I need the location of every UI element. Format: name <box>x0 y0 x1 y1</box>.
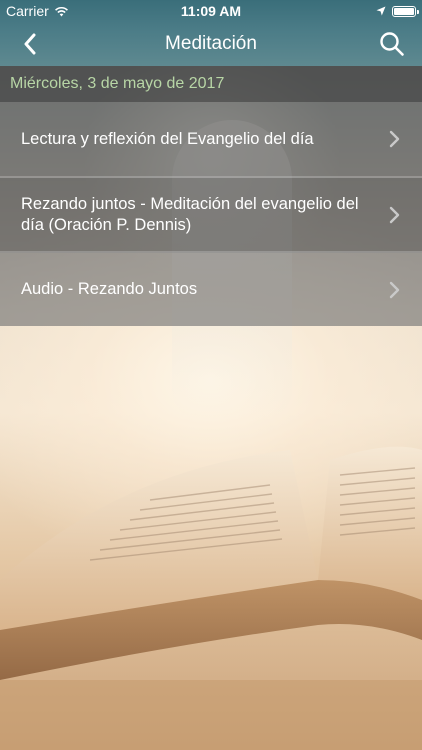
chevron-left-icon <box>24 33 36 55</box>
status-bar: Carrier 11:09 AM <box>0 0 422 22</box>
nav-bar: Meditación <box>0 22 422 66</box>
menu-item-label: Rezando juntos - Meditación del evangeli… <box>21 194 359 234</box>
menu-list: Lectura y reflexión del Evangelio del dí… <box>0 102 422 326</box>
battery-icon <box>392 5 419 17</box>
menu-item-label: Lectura y reflexión del Evangelio del dí… <box>21 129 314 148</box>
date-bar: Miércoles, 3 de mayo de 2017 <box>0 66 422 102</box>
menu-item-rezando-juntos[interactable]: Rezando juntos - Meditación del evangeli… <box>0 178 422 253</box>
background-book <box>0 446 422 750</box>
chevron-right-icon <box>389 206 400 223</box>
menu-item-lectura-reflexion[interactable]: Lectura y reflexión del Evangelio del dí… <box>0 102 422 178</box>
page-title: Meditación <box>165 33 257 54</box>
chevron-right-icon <box>389 281 400 298</box>
chevron-right-icon <box>389 130 400 148</box>
search-button[interactable] <box>376 28 408 60</box>
date-label: Miércoles, 3 de mayo de 2017 <box>10 75 225 92</box>
menu-item-audio-rezando-juntos[interactable]: Audio - Rezando Juntos <box>0 253 422 326</box>
battery-fill <box>394 7 414 15</box>
search-icon <box>380 32 404 56</box>
status-time: 11:09 AM <box>180 3 242 19</box>
back-button[interactable] <box>14 28 46 60</box>
menu-item-label: Audio - Rezando Juntos <box>21 280 198 298</box>
